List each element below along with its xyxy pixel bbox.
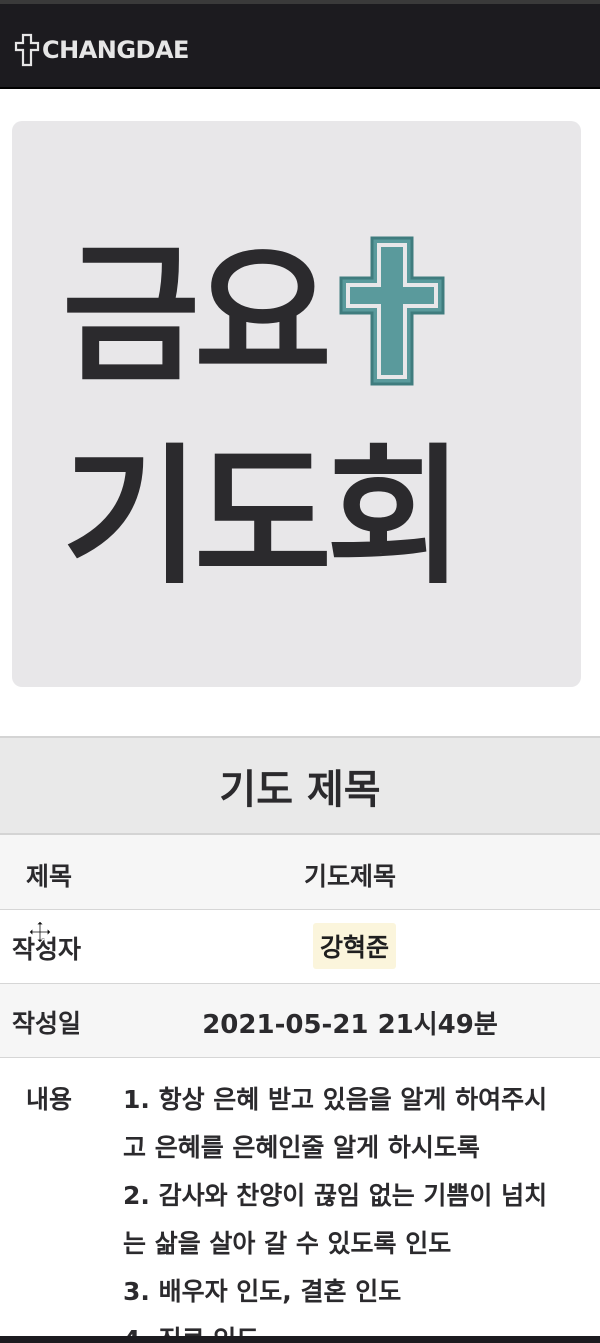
content-label: 내용 (26, 1085, 73, 1114)
banner-title-line2: 기도회 (62, 431, 464, 605)
content-line: 는 삶을 살아 갈 수 있도록 인도 (123, 1229, 452, 1258)
author-value: 강혁준 (313, 923, 397, 969)
title-value: 기도제목 (303, 862, 396, 891)
move-cursor-icon (28, 920, 52, 944)
content-body: 1. 항상 은혜 받고 있음을 알게 하여주시 고 은혜를 은혜인줄 알게 하시… (123, 1076, 593, 1343)
detail-row-title: 제목 기도제목 (0, 835, 600, 910)
brand-logo[interactable]: CHANGDAE (14, 30, 189, 70)
cross-icon (339, 236, 445, 386)
cross-icon (14, 33, 40, 67)
banner-image: 금요 기도회 (12, 121, 581, 687)
detail-row-content: 내용 1. 항상 은혜 받고 있음을 알게 하여주시 고 은혜를 은혜인줄 알게… (0, 1058, 600, 1343)
banner-title-line1: 금요 (62, 229, 332, 403)
detail-row-date: 작성일 2021-05-21 21시49분 (0, 984, 600, 1058)
detail-row-author: 작성자 강혁준 (0, 910, 600, 984)
top-navbar: CHANGDAE (0, 0, 600, 89)
content-line: 고 은혜를 은혜인줄 알게 하시도록 (123, 1133, 480, 1162)
bottom-edge (0, 1336, 600, 1343)
content-line: 1. 항상 은혜 받고 있음을 알게 하여주시 (123, 1085, 548, 1114)
content-line: 2. 감사와 찬양이 끊임 없는 기쁨이 넘치 (123, 1181, 548, 1210)
post-title: 기도 제목 (0, 736, 600, 835)
brand-text: CHANGDAE (42, 36, 189, 64)
date-value: 2021-05-21 21시49분 (202, 1010, 498, 1040)
content-line: 3. 배우자 인도, 결혼 인도 (123, 1277, 402, 1306)
